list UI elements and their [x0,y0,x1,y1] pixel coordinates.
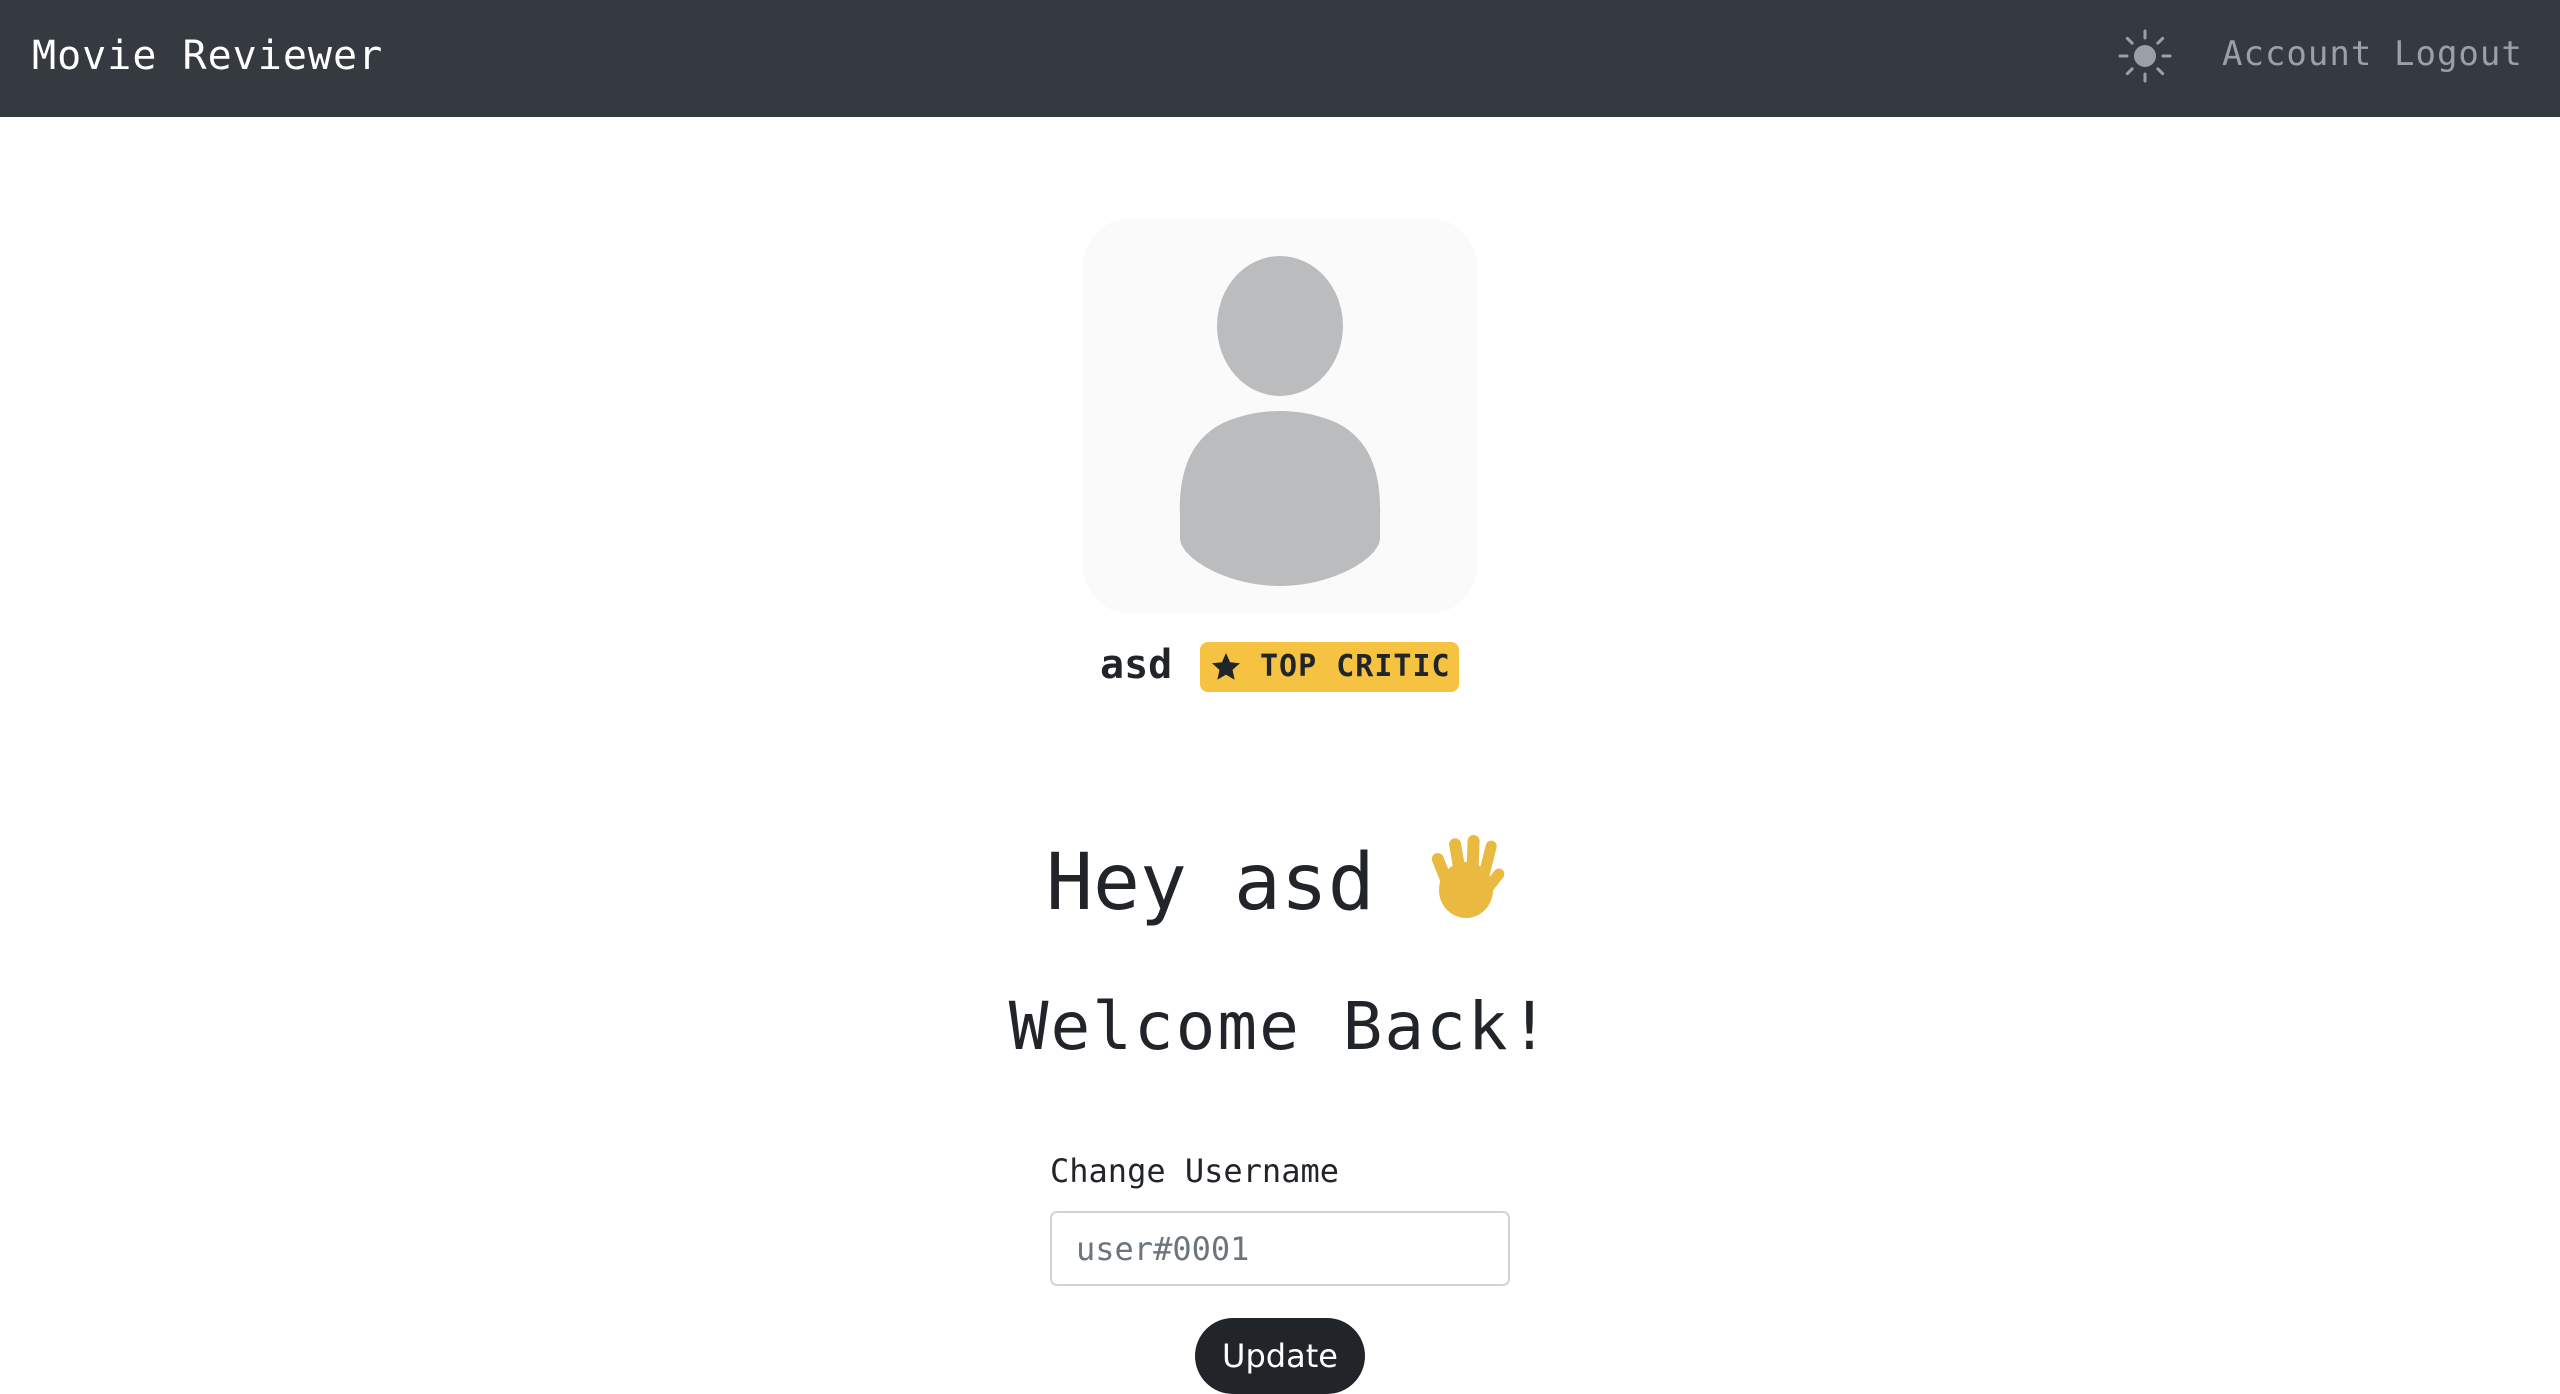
nav-logout-link[interactable]: Logout [2394,30,2523,78]
badge-label: TOP CRITIC [1260,649,1451,684]
theme-toggle-button[interactable] [2117,28,2173,84]
change-username-label: Change Username [1050,1152,1339,1190]
username-input[interactable] [1050,1211,1510,1286]
brand-title[interactable]: Movie Reviewer [32,30,383,82]
star-icon [1212,653,1240,680]
user-avatar-icon [1179,256,1381,586]
profile-username: asd [1100,642,1173,688]
avatar [1083,218,1477,614]
sun-icon [2118,29,2172,83]
greeting-heading: Hey asd [1046,838,1375,928]
waving-hand-icon [1431,835,1505,918]
nav-account-link[interactable]: Account [2222,30,2372,78]
welcome-subtitle: Welcome Back! [1008,988,1552,1065]
navbar: Movie Reviewer Account Logout [0,0,2560,117]
update-button[interactable]: Update [1195,1318,1365,1394]
profile-name-row: asd TOP CRITIC [0,640,2560,694]
top-critic-badge: TOP CRITIC [1200,642,1459,692]
